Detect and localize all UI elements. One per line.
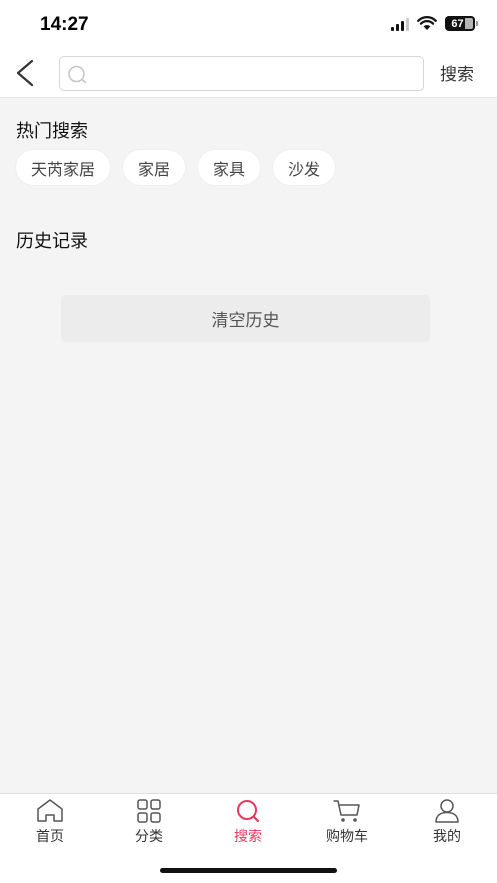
tab-cart[interactable]: 购物车 bbox=[307, 798, 387, 848]
hot-search-tags: 天芮家居 家居 家具 沙发 bbox=[16, 150, 336, 185]
tab-label: 我的 bbox=[433, 829, 461, 845]
chevron-left-icon bbox=[16, 59, 34, 87]
home-indicator bbox=[160, 868, 337, 873]
search-submit-button[interactable]: 搜索 bbox=[440, 60, 474, 85]
history-title: 历史记录 bbox=[16, 231, 88, 252]
battery-icon: 67 bbox=[445, 16, 478, 31]
hot-tag[interactable]: 家居 bbox=[123, 150, 186, 185]
search-glass-icon bbox=[68, 65, 87, 84]
tab-mine[interactable]: 我的 bbox=[407, 798, 487, 848]
grid-icon bbox=[137, 799, 161, 823]
hot-tag[interactable]: 家具 bbox=[198, 150, 261, 185]
status-time: 14:27 bbox=[40, 14, 89, 35]
tab-label: 搜索 bbox=[234, 829, 262, 845]
search-input[interactable] bbox=[94, 57, 419, 90]
tab-label: 购物车 bbox=[326, 829, 368, 845]
search-field[interactable] bbox=[59, 56, 424, 91]
user-icon bbox=[435, 799, 459, 823]
cart-icon bbox=[333, 800, 360, 822]
signal-icon bbox=[391, 17, 409, 31]
tab-label: 分类 bbox=[135, 829, 163, 845]
tab-category[interactable]: 分类 bbox=[109, 798, 189, 848]
hot-tag[interactable]: 沙发 bbox=[273, 150, 336, 185]
tab-home[interactable]: 首页 bbox=[10, 798, 90, 848]
clear-history-button[interactable]: 清空历史 bbox=[61, 295, 430, 342]
search-header: 搜索 bbox=[0, 48, 497, 98]
status-bar: 14:27 67 bbox=[0, 0, 497, 48]
tab-label: 首页 bbox=[36, 829, 64, 845]
battery-level: 67 bbox=[451, 17, 464, 30]
search-icon bbox=[237, 800, 260, 823]
hot-tag[interactable]: 天芮家居 bbox=[16, 150, 111, 185]
hot-search-title: 热门搜索 bbox=[16, 121, 88, 142]
tab-search[interactable]: 搜索 bbox=[208, 798, 288, 848]
home-icon bbox=[37, 799, 63, 822]
back-button[interactable] bbox=[10, 56, 42, 90]
wifi-icon bbox=[417, 16, 437, 30]
status-icons: 67 bbox=[391, 16, 478, 31]
